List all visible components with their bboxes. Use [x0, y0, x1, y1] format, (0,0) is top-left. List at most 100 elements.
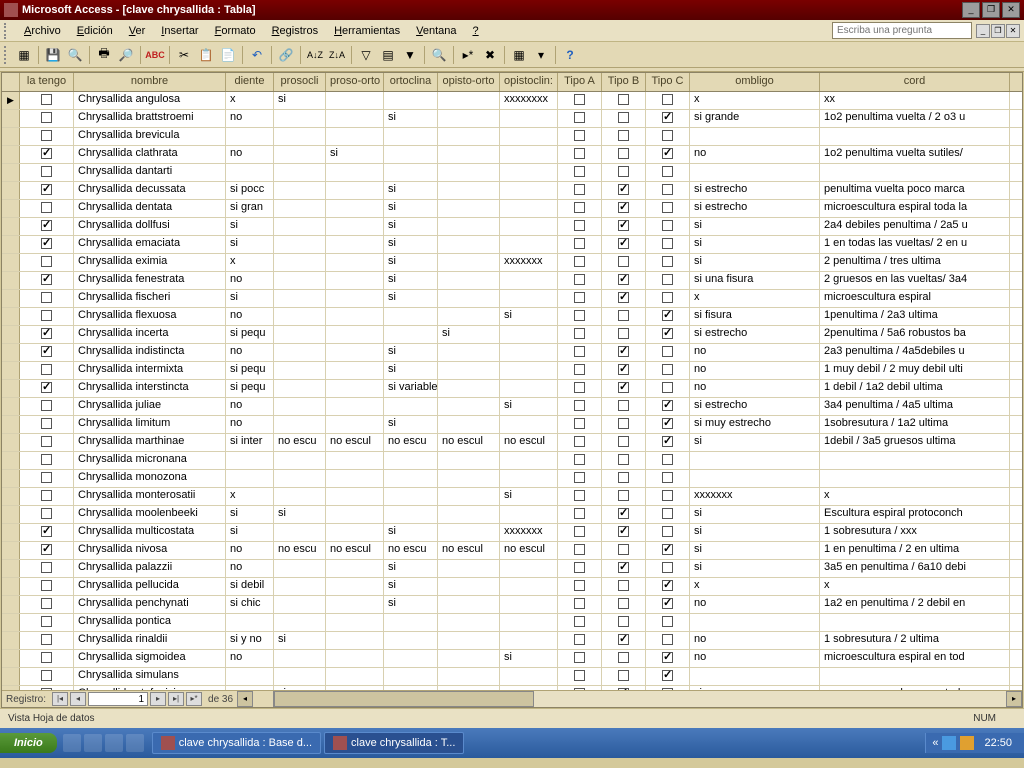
cell[interactable]: Chrysallida decussata	[74, 182, 226, 199]
table-row[interactable]: Chrysallida micronana	[2, 452, 1022, 470]
cell[interactable]: si	[384, 578, 438, 595]
table-row[interactable]: Chrysallida sigmoideanosinomicroescultur…	[2, 650, 1022, 668]
cell[interactable]: si estrecho	[690, 182, 820, 199]
cell[interactable]: si pocc	[226, 182, 274, 199]
taskbar-task[interactable]: clave chrysallida : T...	[324, 732, 464, 754]
row-selector[interactable]	[2, 560, 20, 577]
cell[interactable]	[500, 560, 558, 577]
cell[interactable]	[646, 578, 690, 595]
cell[interactable]: si	[690, 560, 820, 577]
cell[interactable]	[602, 164, 646, 181]
cell[interactable]	[500, 614, 558, 631]
cell[interactable]: Chrysallida incerta	[74, 326, 226, 343]
cell[interactable]: Chrysallida flexuosa	[74, 308, 226, 325]
tipo-a-checkbox[interactable]	[574, 166, 585, 177]
cell[interactable]	[500, 110, 558, 127]
row-selector[interactable]: ▶	[2, 92, 20, 109]
cell[interactable]	[438, 416, 500, 433]
table-row[interactable]: Chrysallida penchynatisi chicsino1a2 en …	[2, 596, 1022, 614]
nav-last-button[interactable]: ▸|	[168, 692, 184, 706]
tipo-b-checkbox[interactable]	[618, 274, 629, 285]
tipo-a-checkbox[interactable]	[574, 256, 585, 267]
cell[interactable]: no	[690, 344, 820, 361]
cell[interactable]	[438, 488, 500, 505]
la-tengo-checkbox[interactable]	[41, 130, 52, 141]
tipo-b-checkbox[interactable]	[618, 130, 629, 141]
table-row[interactable]: Chrysallida marthinaesi interno escuno e…	[2, 434, 1022, 452]
cell[interactable]: x	[226, 92, 274, 109]
tipo-a-checkbox[interactable]	[574, 382, 585, 393]
cell[interactable]: no escu	[384, 542, 438, 559]
cell[interactable]	[438, 452, 500, 469]
cell[interactable]	[558, 578, 602, 595]
cell[interactable]	[226, 128, 274, 145]
minimize-button[interactable]: _	[962, 2, 980, 18]
cell[interactable]: no	[226, 110, 274, 127]
tipo-b-checkbox[interactable]	[618, 688, 629, 690]
cell[interactable]	[384, 632, 438, 649]
cell[interactable]	[646, 560, 690, 577]
cell[interactable]: si	[274, 632, 326, 649]
db-window-button[interactable]: ▦	[509, 45, 529, 65]
cell[interactable]	[558, 614, 602, 631]
cell[interactable]: Chrysallida clathrata	[74, 146, 226, 163]
cell[interactable]	[558, 668, 602, 685]
tipo-a-checkbox[interactable]	[574, 238, 585, 249]
tipo-c-checkbox[interactable]	[662, 220, 673, 231]
hscroll-left-button[interactable]: ◂	[237, 691, 253, 707]
column-header[interactable]: proso-orto	[326, 73, 384, 91]
column-header[interactable]: opistoclin:	[500, 73, 558, 91]
cell[interactable]	[274, 452, 326, 469]
cell[interactable]: 1 debil / 1a2 debil ultima	[820, 380, 1010, 397]
cell[interactable]: 2 gruesos en las vueltas/ 3a4	[820, 272, 1010, 289]
cell[interactable]	[438, 92, 500, 109]
cell[interactable]	[602, 524, 646, 541]
cell[interactable]	[326, 218, 384, 235]
column-header[interactable]: opisto-orto	[438, 73, 500, 91]
cell[interactable]	[274, 272, 326, 289]
cell[interactable]: Chrysallida marthinae	[74, 434, 226, 451]
cell[interactable]	[646, 542, 690, 559]
cell[interactable]: x	[820, 578, 1010, 595]
la-tengo-checkbox[interactable]	[41, 346, 52, 357]
tipo-c-checkbox[interactable]	[662, 274, 673, 285]
tipo-a-checkbox[interactable]	[574, 184, 585, 195]
la-tengo-checkbox[interactable]	[41, 526, 52, 537]
cell[interactable]	[602, 668, 646, 685]
cell[interactable]: microescultura espiral en tod	[820, 650, 1010, 667]
nav-new-button[interactable]: ▸*	[186, 692, 202, 706]
cell[interactable]	[500, 344, 558, 361]
cell[interactable]: si una fisura	[690, 272, 820, 289]
cell[interactable]	[646, 146, 690, 163]
cell[interactable]	[646, 380, 690, 397]
table-row[interactable]: Chrysallida intermixtasi pequsino1 muy d…	[2, 362, 1022, 380]
cell[interactable]	[500, 380, 558, 397]
table-row[interactable]: ▶Chrysallida angulosaxsixxxxxxxxxxx	[2, 92, 1022, 110]
cell[interactable]: Chrysallida simulans	[74, 668, 226, 685]
cell[interactable]	[602, 488, 646, 505]
cell[interactable]	[558, 524, 602, 541]
cell[interactable]	[602, 416, 646, 433]
help-question-input[interactable]	[832, 22, 972, 39]
cell[interactable]: Chrysallida angulosa	[74, 92, 226, 109]
cell[interactable]	[438, 146, 500, 163]
cell[interactable]: Chrysallida juliae	[74, 398, 226, 415]
tipo-c-checkbox[interactable]	[662, 292, 673, 303]
row-selector[interactable]	[2, 632, 20, 649]
column-header[interactable]: cord	[820, 73, 1010, 91]
tipo-a-checkbox[interactable]	[574, 670, 585, 681]
cell[interactable]	[438, 560, 500, 577]
cell[interactable]: xxxxxxx	[500, 254, 558, 271]
cell[interactable]: Chrysallida dentata	[74, 200, 226, 217]
la-tengo-checkbox[interactable]	[41, 94, 52, 105]
hscroll-thumb[interactable]	[274, 691, 534, 707]
cell[interactable]	[384, 470, 438, 487]
tipo-b-checkbox[interactable]	[618, 346, 629, 357]
cell[interactable]: si	[690, 434, 820, 451]
column-header[interactable]: ombligo	[690, 73, 820, 91]
cell[interactable]	[646, 596, 690, 613]
cell[interactable]	[326, 452, 384, 469]
restore-button[interactable]: ❐	[982, 2, 1000, 18]
nav-first-button[interactable]: |◂	[52, 692, 68, 706]
cell[interactable]: no escu	[384, 434, 438, 451]
